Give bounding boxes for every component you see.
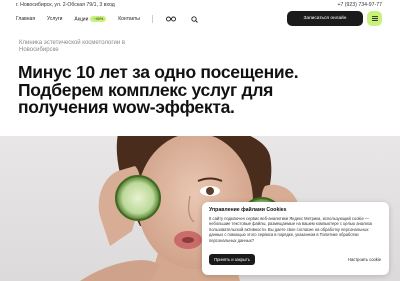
search-icon[interactable] [189,13,201,25]
top-bar: г. Новосибирск, ул. 2-Обская 79/1, 3 вхо… [0,0,400,10]
nav-item-services[interactable]: Услуги [47,16,62,22]
book-online-button[interactable]: Записаться онлайн [287,11,363,26]
nav-item-home[interactable]: Главная [16,16,35,22]
menu-button[interactable] [367,11,382,26]
page-title: Минус 10 лет за одно посещение. Подберем… [18,62,299,117]
accept-cookies-button[interactable]: Принять и закрыть [209,254,255,265]
clinic-tagline: Клиника эстетической косметологии в Ново… [19,40,126,53]
accessibility-glasses-icon[interactable] [165,13,177,25]
menu-icon [371,16,378,21]
nav-divider [151,15,153,23]
address-text: г. Новосибирск, ул. 2-Обская 79/1, 3 вхо… [16,2,115,8]
promo-badge: −40% [90,15,107,22]
phone-link[interactable]: +7 (923) 734-97-77 [337,2,382,8]
cookie-title: Управление файлами Cookies [209,207,287,213]
nav-item-contacts[interactable]: Контакты [118,16,140,22]
cookie-text: К сайту подключен сервис веб-аналитики Я… [209,216,372,243]
nav-item-promotions-label: Акции [74,16,89,23]
main-nav: Главная Услуги Акции −40% Контакты [16,12,201,26]
cookie-banner: Управление файлами Cookies К сайту подкл… [202,202,389,275]
cookie-settings-button[interactable]: Настроить cookie [348,254,381,265]
nav-item-promotions[interactable]: Акции −40% [74,15,107,23]
